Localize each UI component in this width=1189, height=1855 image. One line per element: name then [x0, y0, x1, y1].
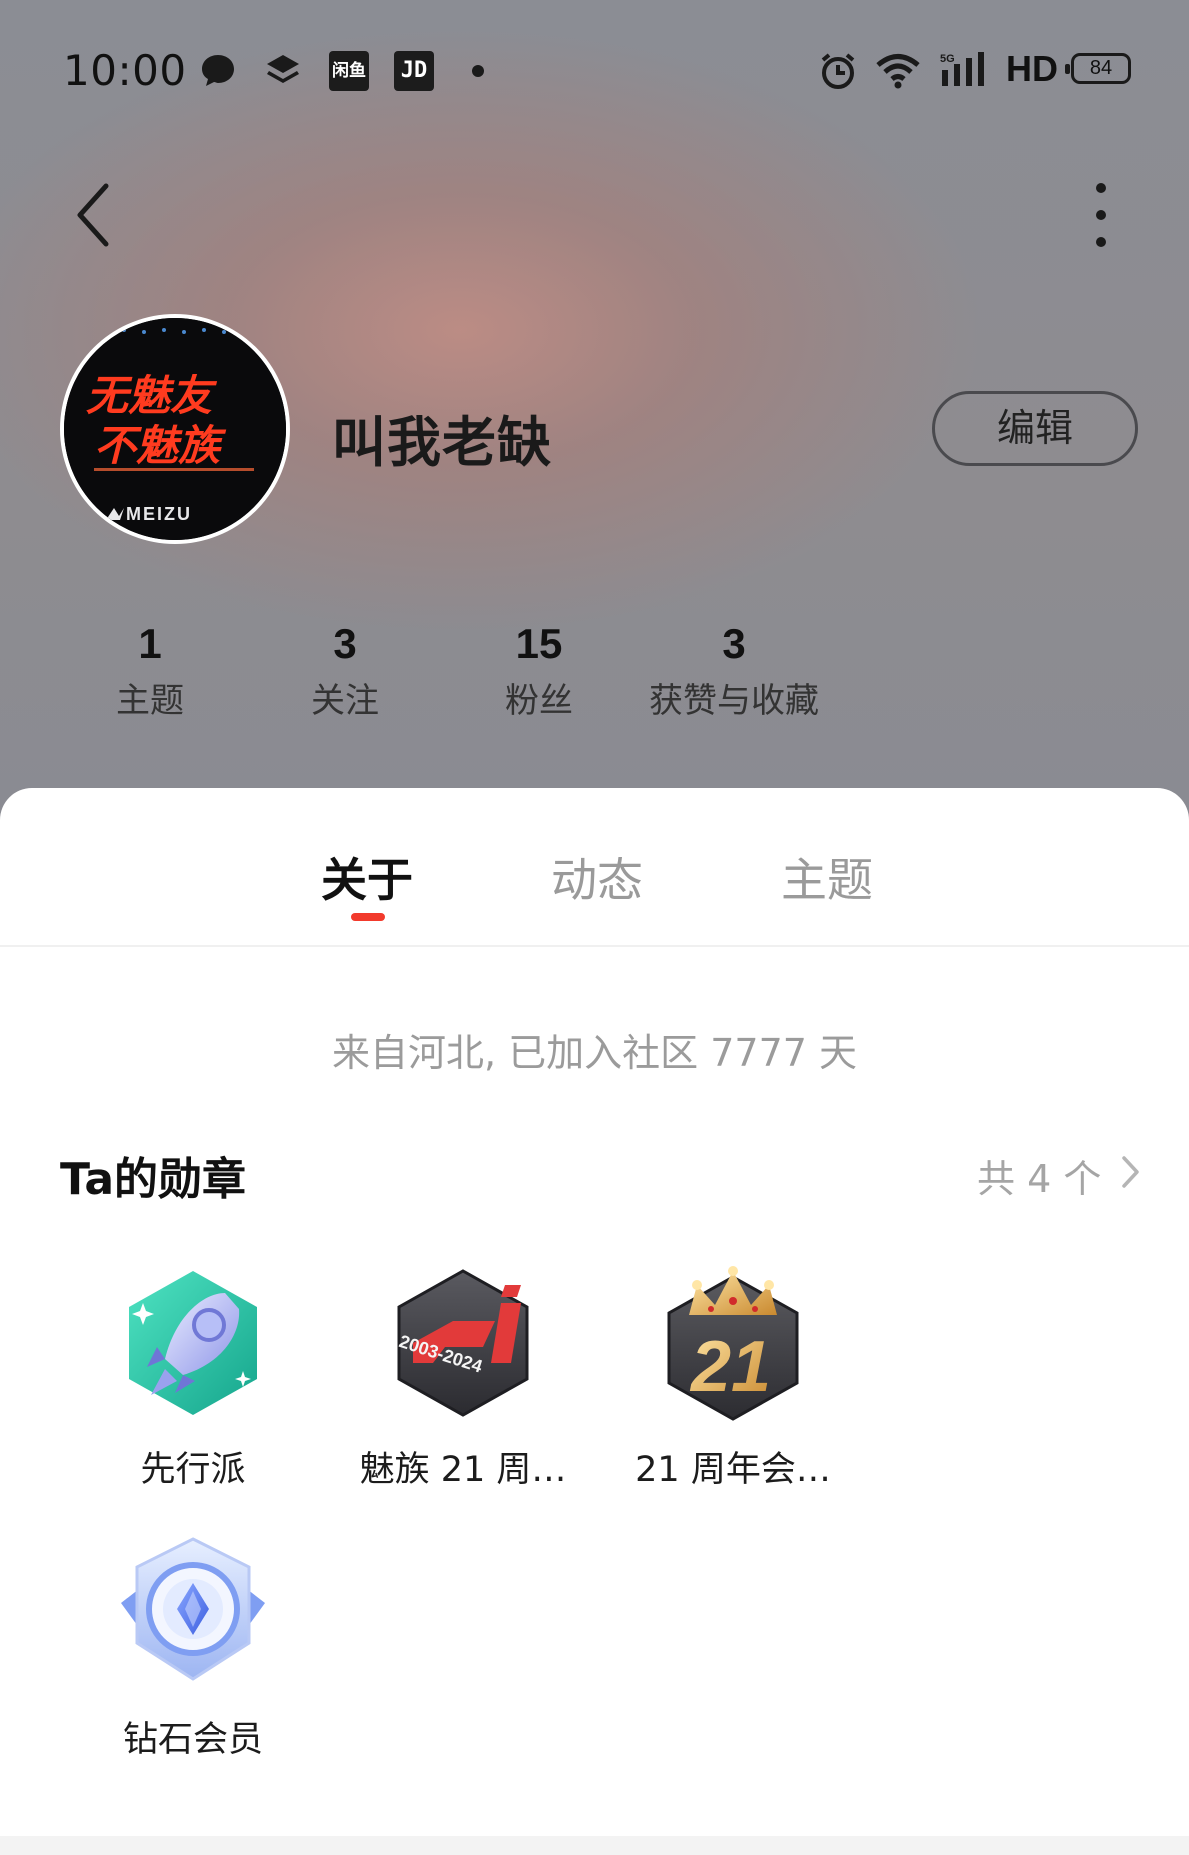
badge-name: 先行派: [140, 1450, 246, 1490]
status-time: 10:00: [63, 46, 187, 95]
badges-count-link[interactable]: 共 4 个: [977, 1148, 1101, 1203]
chevron-right-icon[interactable]: [1120, 1152, 1142, 1192]
tab-topics[interactable]: 主题: [781, 844, 873, 910]
edit-profile-button[interactable]: 编辑: [932, 391, 1138, 466]
about-intro: 来自河北, 已加入社区 7777 天: [331, 1031, 858, 1075]
rocket-badge-icon: [129, 1271, 257, 1415]
tab-bar: 关于 动态 主题: [0, 788, 1189, 947]
more-options-button[interactable]: [1080, 180, 1122, 250]
avatar-text-line2: 不魅族: [94, 421, 227, 470]
crown-21-badge-icon: 21: [667, 1266, 799, 1421]
badge-item[interactable]: 钻石会员: [73, 1533, 313, 1762]
diamond-member-badge-icon: [121, 1537, 265, 1681]
wifi-icon: [874, 50, 922, 92]
alarm-icon: [817, 50, 859, 92]
badges-section-title: Ta的勋章: [60, 1154, 247, 1205]
active-tab-indicator: [351, 913, 385, 921]
avatar-text-line1: 无魅友: [86, 371, 218, 420]
avatar-brand: MEIZU: [126, 504, 192, 524]
svg-text:5G: 5G: [940, 53, 955, 65]
stat-value: 3: [722, 620, 746, 667]
badge-item[interactable]: 2003-2024 魅族 21 周…: [343, 1263, 583, 1492]
badge-name: 21 周年会…: [635, 1450, 831, 1490]
stat-followers[interactable]: 15 粉丝: [487, 618, 591, 726]
avatar[interactable]: 无魅友 不魅族 MEIZU: [60, 314, 290, 544]
stat-following[interactable]: 3 关注: [293, 618, 397, 726]
jd-app-icon: JD: [394, 51, 434, 91]
badge-name: 魅族 21 周…: [359, 1450, 567, 1490]
stat-label: 获赞与收藏: [649, 681, 819, 721]
stat-label: 关注: [311, 681, 379, 721]
badge-number-label: 21: [689, 1327, 771, 1407]
xianyu-app-icon: 闲鱼: [329, 51, 369, 91]
layers-icon: [262, 50, 304, 92]
stat-topics[interactable]: 1 主题: [98, 618, 202, 726]
chat-bubble-icon: [197, 50, 239, 92]
content-sheet: 关于 动态 主题 来自河北, 已加入社区 7777 天 Ta的勋章 共 4 个 …: [0, 788, 1189, 1855]
battery-icon: 84: [1065, 53, 1131, 84]
hd-indicator: HD: [1006, 48, 1058, 89]
tab-activity[interactable]: 动态: [551, 844, 643, 910]
back-button[interactable]: [70, 180, 120, 250]
dot-icon: [470, 50, 486, 92]
meizu-21-anniversary-badge-icon: 2003-2024: [397, 1269, 529, 1417]
profile-header-background: 10:00 闲鱼 JD 5G HD 84 无魅友 不魅族 MEIZU 叫我老缺 …: [0, 0, 1189, 820]
stat-label: 粉丝: [505, 681, 573, 721]
badge-item[interactable]: 先行派: [73, 1263, 313, 1492]
more-vertical-icon: [1096, 183, 1106, 247]
stat-value: 15: [515, 620, 563, 667]
stat-label: 主题: [116, 681, 184, 721]
username: 叫我老缺: [332, 411, 552, 474]
signal-5g-icon: 5G: [938, 50, 992, 92]
badge-item[interactable]: 21 21 周年会…: [613, 1263, 853, 1492]
status-bar: 10:00 闲鱼 JD 5G HD 84: [0, 0, 1189, 145]
tab-about[interactable]: 关于: [321, 844, 413, 910]
badge-name: 钻石会员: [122, 1720, 263, 1760]
stat-value: 1: [138, 620, 162, 667]
bottom-gesture-bar: [0, 1836, 1189, 1855]
stat-likes-favorites[interactable]: 3 获赞与收藏: [632, 618, 836, 726]
chevron-left-icon: [77, 183, 109, 247]
stat-value: 3: [333, 620, 357, 667]
